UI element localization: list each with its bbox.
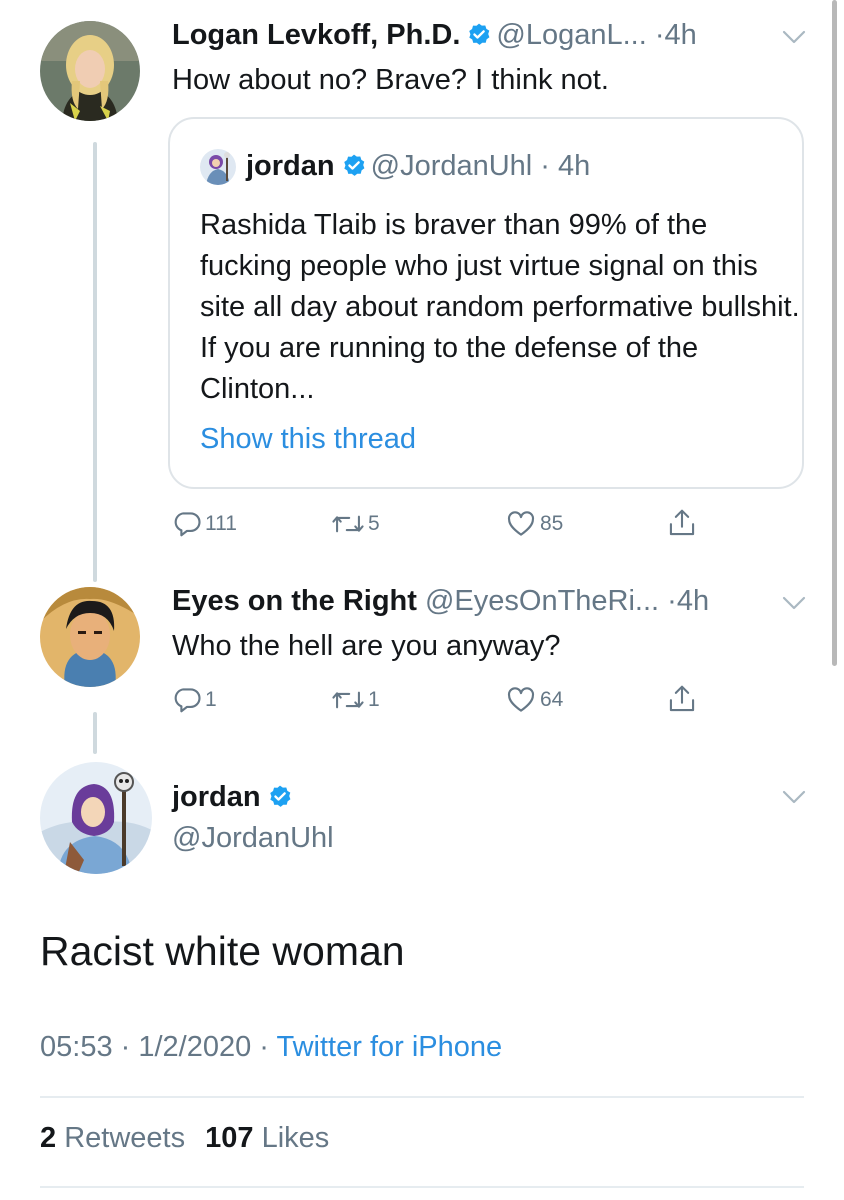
retweet-icon [332,691,364,709]
like-button[interactable]: 85 [505,509,563,539]
reply-button[interactable]: 111 [172,509,237,539]
like-total: 107 [205,1122,254,1154]
tweet-date: 1/2/2020 [138,1031,252,1063]
thread-connector [93,712,97,754]
retweet-button[interactable]: 5 [331,509,380,539]
chevron-down-icon[interactable] [781,788,807,806]
retweets-stat[interactable]: 2 Retweets [40,1122,185,1154]
heart-icon [507,511,535,536]
verified-badge-icon [267,784,293,810]
quoted-author-handle: @JordanUhl [370,150,533,182]
retweet-icon [332,515,364,533]
verified-badge-icon [466,22,492,48]
show-thread-link[interactable]: Show this thread [200,423,416,456]
tweet-header: Eyes on the Right @EyesOnTheRi... ·4h [172,585,710,617]
share-icon [669,685,695,712]
avatar-jordan-small [200,149,236,185]
author-handle[interactable] [417,585,425,617]
share-button[interactable] [667,507,697,539]
reply-count: 1 [205,688,217,711]
divider [40,1096,804,1098]
tweet-timestamp: 05:53 [40,1031,113,1063]
author-handle-line: @JordanUhl [172,820,334,856]
reply-button[interactable]: 1 [172,685,217,715]
chevron-down-icon[interactable] [781,28,807,46]
retweet-count: 5 [368,512,380,535]
quoted-tweet-text: Rashida Tlaib is braver than 99% of the … [200,209,800,405]
quoted-tweet-header: jordan @JordanUhl · 4h [246,150,591,182]
reply-count: 111 [205,512,237,535]
engagement-stats: 2 Retweets 107 Likes [40,1122,329,1155]
quoted-author-name: jordan [246,150,335,182]
heart-icon [507,687,535,712]
share-icon [669,509,695,536]
like-count: 64 [540,688,564,711]
reply-icon [174,512,201,537]
thread-connector [93,142,97,582]
tweet-header: Logan Levkoff, Ph.D. @LoganL... ·4h [172,19,697,51]
like-button[interactable]: 64 [505,685,563,715]
tweet-text: Who the hell are you anyway? [172,630,561,662]
author-handle[interactable]: @EyesOnTheRi... [425,585,659,617]
author-handle[interactable]: @JordanUhl [172,822,334,854]
author-name[interactable]: Logan Levkoff, Ph.D. [172,19,460,51]
chevron-down-icon[interactable] [781,594,807,612]
tweet-metadata: 05:53 · 1/2/2020 · Twitter for iPhone [40,1031,503,1063]
tweet-text: How about no? Brave? I think not. [172,64,609,96]
tweet-source-link[interactable]: Twitter for iPhone [277,1031,503,1063]
divider [40,1186,804,1188]
retweet-total: 2 [40,1122,57,1154]
main-tweet-text: Racist white woman [40,928,405,974]
retweet-count: 1 [368,688,380,711]
verified-badge-icon [341,153,367,179]
avatar-logan[interactable] [40,21,140,121]
like-count: 85 [540,512,564,535]
avatar-jordan[interactable] [40,762,152,874]
likes-label: Likes [261,1122,330,1154]
tweet-time[interactable]: 4h [665,19,697,51]
quoted-tweet-time: 4h [558,150,591,182]
reply-icon [174,688,201,713]
tweet-time[interactable]: 4h [677,585,709,617]
author-handle[interactable]: @LoganL... [496,19,646,51]
retweets-label: Retweets [64,1122,186,1154]
main-tweet-header: jordan [172,779,297,815]
likes-stat[interactable]: 107 Likes [205,1122,329,1154]
quoted-tweet-card[interactable]: jordan @JordanUhl · 4h Rashida Tlaib is b… [168,117,804,489]
retweet-button[interactable]: 1 [331,685,380,715]
share-button[interactable] [667,683,697,715]
author-name[interactable]: Eyes on the Right [172,585,417,617]
author-name[interactable]: jordan [172,781,261,813]
avatar-eyes-on-the-right[interactable] [40,587,140,687]
scrollbar[interactable] [832,0,837,666]
